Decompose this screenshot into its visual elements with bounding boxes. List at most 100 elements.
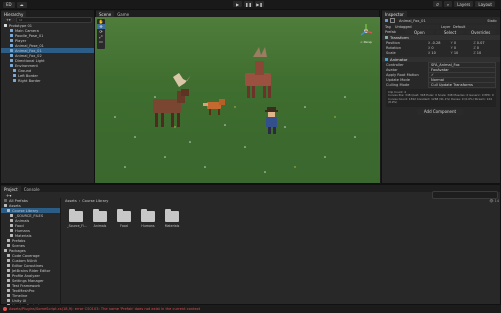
layer-dropdown[interactable]: Default (453, 24, 497, 29)
animator-row-label: Culling Mode (386, 82, 410, 87)
breadcrumb-assets[interactable]: Assets (65, 199, 77, 203)
transform-x-field[interactable]: X0 (428, 46, 451, 50)
layers-dropdown[interactable]: Layers (454, 1, 474, 7)
account-button[interactable]: ED (3, 1, 15, 8)
transform-row: Scale X 10 Y 10 Z 10 (382, 50, 500, 55)
folder-item[interactable]: _Source_Fi... (67, 209, 87, 228)
persp-label[interactable]: < Persp (358, 40, 374, 44)
play-button[interactable]: ▶ (233, 1, 242, 7)
hierarchy-item-label: Player (15, 38, 27, 43)
animator-row-label: Apply Root Motion (386, 72, 419, 77)
eye-icon: 👁 (489, 199, 494, 203)
gameobject-icon (13, 69, 16, 72)
transform-z-field[interactable]: Z0 (473, 46, 496, 50)
hierarchy-item-label: Environment (15, 63, 38, 68)
folder-icon (7, 294, 10, 297)
hierarchy-search-input[interactable] (15, 17, 92, 23)
search-icon[interactable]: ⌕ (443, 1, 453, 7)
scene-tabbar: Scene Game (96, 10, 379, 17)
tag-dropdown[interactable]: Untagged (395, 24, 439, 29)
animator-row-value[interactable]: Cull Update Transforms (428, 81, 496, 88)
pause-button[interactable]: ❚❚ (244, 1, 253, 7)
scene-viewport[interactable]: ✋ ✥ ⟳ ⤢ ▭ < Persp (95, 17, 380, 183)
axis-label: Z (473, 50, 476, 55)
hierarchy-item-label: Prototype 01 (9, 23, 33, 28)
axis-label: Y (450, 40, 453, 45)
active-checkbox[interactable] (390, 18, 395, 23)
folder-item[interactable]: Materials (163, 209, 181, 228)
cloud-icon[interactable]: ☁ (16, 1, 27, 8)
project-tree-label: Scenes (12, 243, 25, 248)
history-icon[interactable]: ↺ (432, 1, 442, 7)
create-button[interactable]: +▾ (3, 193, 15, 198)
axis-label: X (428, 40, 431, 45)
prefab-select-button[interactable]: Select (435, 30, 465, 35)
transform-z-field[interactable]: Z 0.07 (473, 41, 496, 45)
folder-icon (7, 259, 10, 262)
transform-z-field[interactable]: Z 10 (473, 51, 496, 55)
hierarchy-item-label: Animal_Fox_01 (15, 48, 42, 53)
scene-gizmo[interactable]: < Persp (358, 23, 374, 44)
transform-title: Transform (390, 35, 409, 40)
favorites-label: All Prefabs (9, 198, 28, 203)
transform-row-label: Position (386, 40, 400, 45)
asset-count-value: 14 (494, 199, 499, 203)
gameobject-icon (10, 29, 13, 32)
folder-icon (7, 209, 10, 212)
add-button[interactable]: +▾ (3, 18, 14, 22)
step-button[interactable]: ▶❚ (255, 1, 264, 7)
transform-value: 0 (453, 45, 457, 50)
folder-icon (7, 244, 10, 247)
transform-value: 10 (453, 50, 459, 55)
tab-inspector[interactable]: Inspector (382, 11, 407, 17)
gameobject-icon (13, 79, 16, 82)
transform-y-field[interactable]: Y 10 (451, 51, 474, 55)
folder-icon (10, 219, 13, 222)
folder-item[interactable]: Humans (139, 209, 157, 228)
folder-icon (7, 274, 10, 277)
search-icon (4, 199, 7, 202)
scene-tools: ✋ ✥ ⟳ ⤢ ▭ (97, 19, 105, 49)
folder-icon (10, 224, 13, 227)
layout-dropdown[interactable]: Layout (475, 1, 495, 7)
object-name-field[interactable]: Animal_Fox_01 (397, 18, 486, 23)
project-tree-label: Food (15, 223, 24, 228)
asset-count: 👁 14 (489, 199, 499, 203)
animator-row-label: Avatar (386, 67, 398, 72)
transform-y-field[interactable]: Y0 (451, 46, 474, 50)
add-component-button[interactable]: Add Component (417, 108, 463, 115)
breadcrumb-course-library[interactable]: Course Library (82, 199, 108, 203)
project-tree-label: Course Library (12, 208, 39, 213)
tab-project[interactable]: Project (1, 186, 21, 192)
hierarchy-list: Prototype 01 Main Camera Poodle_Pose_01 Pla… (1, 23, 94, 83)
project-tree: All Prefabs Assets Course Library _SOURCE_… (1, 198, 61, 305)
folder-icon (117, 209, 131, 222)
moose-left (153, 73, 191, 127)
prefab-overrides-button[interactable]: Overrides (466, 30, 496, 35)
prefab-open-button[interactable]: Open (405, 30, 434, 35)
transform-value: 0.07 (476, 40, 485, 45)
rect-tool-icon[interactable]: ▭ (97, 39, 105, 44)
hierarchy-item-label: Ground (18, 68, 32, 73)
prefab-label: Prefab (385, 30, 396, 34)
animator-icon (385, 58, 388, 61)
fox (203, 99, 225, 115)
static-toggle[interactable]: Static (487, 19, 497, 23)
transform-y-field[interactable]: Y0 (451, 41, 474, 45)
status-bar[interactable]: Assets/Plugins/SomeScript.cs(18,9): erro… (0, 305, 501, 313)
folder-icon (10, 234, 13, 237)
transform-row: Rotation X 0 Y 0 Z 0 (382, 45, 500, 50)
folder-label: Animals (93, 224, 107, 228)
transform-x-field[interactable]: X 10 (428, 51, 451, 55)
project-content: Assets › Course Library _Source_Fi... Ani… (61, 198, 501, 305)
animator-row-label: Controller (386, 62, 404, 67)
folder-item[interactable]: Food (115, 209, 133, 228)
project-tree-label: Timeline (12, 293, 28, 298)
transform-rows: Position X -0.28 Y 0 Z 0.07 Rotation X 0 Y 0 Z 0 Scale… (382, 40, 500, 55)
folder-item[interactable]: Animals (91, 209, 109, 228)
animator-rows: Controller SFA_Animal_Fox Avatar FoxAvatar A… (382, 61, 500, 88)
hierarchy-item[interactable]: Right Border (1, 78, 94, 83)
folder-icon (7, 299, 10, 302)
tab-console[interactable]: Console (21, 186, 43, 192)
transform-x-field[interactable]: X -0.28 (428, 41, 451, 45)
